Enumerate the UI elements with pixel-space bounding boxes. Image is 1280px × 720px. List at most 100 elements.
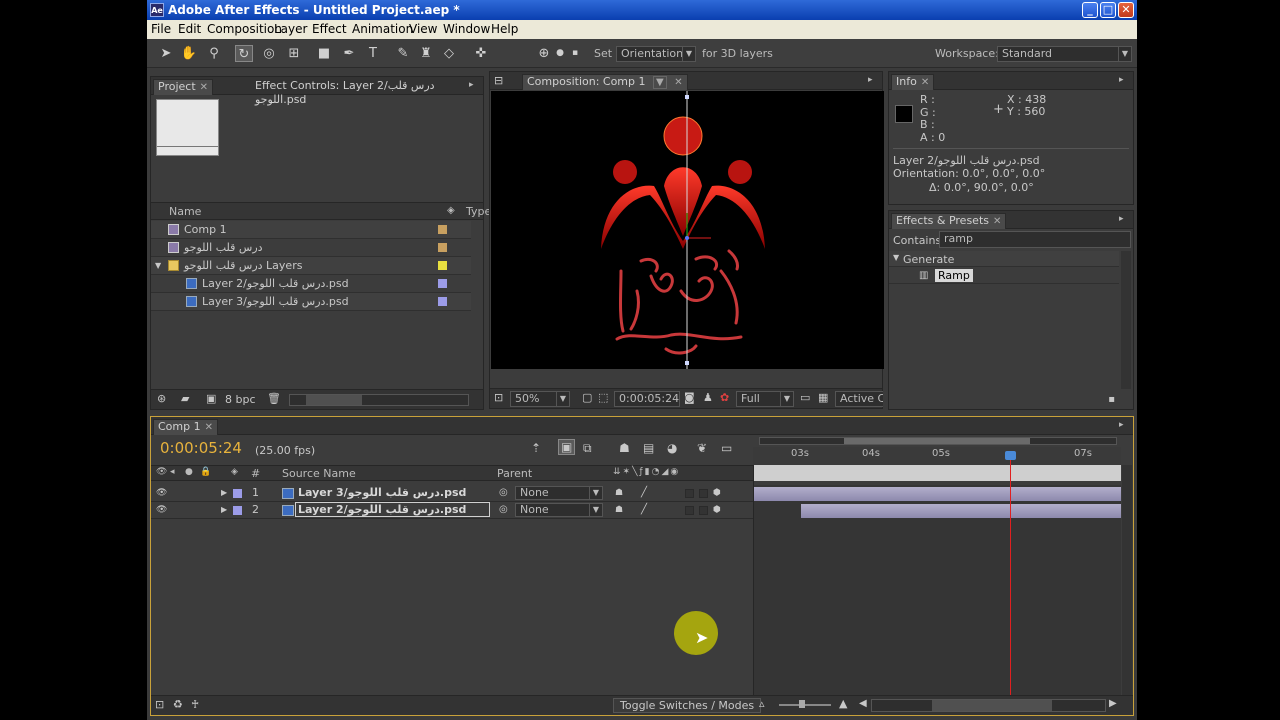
tab-composition[interactable]: Composition: Comp 1 ▼ ✕ [522, 74, 688, 90]
effects-search-input[interactable]: ramp [939, 231, 1131, 248]
menu-edit[interactable]: Edit [178, 22, 201, 36]
close-icon[interactable]: ✕ [921, 77, 929, 88]
menu-window[interactable]: Window [443, 22, 490, 36]
label-swatch[interactable] [233, 506, 242, 515]
lock-icon[interactable]: 🔒 [200, 467, 211, 477]
label-column-icon[interactable]: ◈ [231, 467, 238, 477]
tab-project[interactable]: Project ✕ [153, 79, 214, 95]
close-icon[interactable]: ✕ [674, 77, 682, 88]
menu-help[interactable]: Help [491, 22, 518, 36]
project-item[interactable]: ▼ درس قلب اللوجو Layers [151, 257, 471, 275]
transfer-controls-icon[interactable]: ♻ [173, 698, 183, 711]
selection-tool-icon[interactable]: ➤ [157, 45, 175, 62]
tab-effects-presets[interactable]: Effects & Presets ✕ [891, 213, 1007, 229]
lock-icon[interactable]: ⊟ [494, 74, 503, 87]
effects-group[interactable]: ▼ Generate [889, 251, 1119, 267]
menu-composition[interactable]: Composition [207, 22, 282, 36]
disclosure-triangle-icon[interactable]: ▼ [155, 257, 161, 274]
current-time-field[interactable]: 0:00:05:24 [614, 391, 680, 407]
menu-file[interactable]: File [151, 22, 171, 36]
region-of-interest-icon[interactable]: ▭ [800, 391, 810, 404]
view-axis-mode-icon[interactable]: ▪ [566, 45, 584, 62]
col-parent[interactable]: Parent [497, 467, 532, 480]
project-item[interactable]: Layer 2/درس قلب اللوجو.psd [151, 275, 471, 293]
show-snapshot-icon[interactable]: ♟ [703, 391, 713, 404]
panel-menu-icon[interactable]: ▸ [1119, 214, 1129, 224]
zoom-tool-icon[interactable]: ⚲ [205, 45, 223, 62]
timeline-timecode[interactable]: 0:00:05:24 [160, 439, 242, 457]
layer-name[interactable]: Layer 3/درس قلب اللوجو.psd [298, 485, 466, 501]
layer-duration-bar[interactable] [754, 487, 1121, 501]
disclosure-triangle-icon[interactable]: ▶ [221, 485, 227, 501]
pickwhip-icon[interactable]: ◎ [499, 485, 508, 501]
new-preset-icon[interactable]: ▪ [1108, 394, 1115, 405]
col-type[interactable]: Type [466, 205, 491, 218]
channel-icon[interactable]: ✿ [720, 391, 729, 404]
workspace-dropdown[interactable]: Standard ▼ [997, 46, 1132, 62]
tab-info[interactable]: Info ✕ [891, 74, 935, 90]
chevron-down-icon[interactable]: ▼ [653, 76, 667, 89]
pan-behind-tool-icon[interactable]: ⊞ [285, 45, 303, 62]
menu-view[interactable]: View [409, 22, 437, 36]
audio-icon[interactable]: ◂ [170, 467, 175, 477]
disclosure-triangle-icon[interactable]: ▶ [221, 502, 227, 518]
mask-view-icon[interactable]: ⬚ [598, 391, 608, 404]
close-icon[interactable]: ✕ [205, 422, 213, 433]
col-source-name[interactable]: Source Name [282, 467, 356, 480]
effects-item[interactable]: ▥ Ramp [889, 268, 1119, 284]
quality-switch-icon[interactable]: ╱ [641, 485, 647, 501]
hide-shy-layers-icon[interactable]: ☗ [619, 441, 630, 455]
resolution-dropdown[interactable]: Full ▼ [736, 391, 794, 407]
project-item[interactable]: درس قلب اللوجو [151, 239, 471, 257]
snapshot-icon[interactable]: ◙ [684, 391, 695, 404]
zoom-slider[interactable] [779, 700, 831, 708]
project-item[interactable]: Layer 3/درس قلب اللوجو.psd [151, 293, 471, 311]
interpret-footage-icon[interactable]: ⊛ [157, 392, 166, 405]
clone-stamp-tool-icon[interactable]: ♜ [417, 45, 435, 62]
panel-menu-icon[interactable]: ▸ [868, 75, 878, 85]
close-icon[interactable]: ✕ [993, 216, 1001, 227]
orientation-dropdown[interactable]: Orientation ▼ [616, 46, 696, 62]
menu-effect[interactable]: Effect [312, 22, 347, 36]
adjustment-switch[interactable] [699, 506, 708, 515]
close-icon[interactable]: ✕ [200, 82, 208, 93]
comp-mini-flowchart-icon[interactable]: ⇡ [531, 441, 541, 455]
shy-switch-icon[interactable]: ☗ [615, 485, 623, 501]
eye-icon[interactable]: 👁 [156, 467, 167, 477]
puppet-pin-tool-icon[interactable]: ✜ [472, 45, 490, 62]
tab-timeline-comp[interactable]: Comp 1 ✕ [153, 419, 218, 435]
menu-animation[interactable]: Animation [352, 22, 413, 36]
scrollbar-thumb[interactable] [306, 395, 362, 405]
text-tool-icon[interactable]: T [364, 45, 382, 62]
rectangle-tool-icon[interactable]: ■ [315, 45, 333, 62]
new-folder-icon[interactable]: ▰ [181, 392, 189, 405]
trash-icon[interactable]: 🗑 [267, 392, 281, 405]
col-name[interactable]: Name [169, 205, 201, 218]
pen-tool-icon[interactable]: ✒ [340, 45, 358, 62]
new-composition-icon[interactable]: ▣ [206, 392, 216, 405]
layer-name[interactable]: Layer 2/درس قلب اللوجو.psd [295, 502, 490, 517]
eye-icon[interactable]: 👁 [156, 485, 167, 501]
panel-menu-icon[interactable]: ▸ [1119, 75, 1129, 85]
eraser-tool-icon[interactable]: ◇ [440, 45, 458, 62]
in-out-icon[interactable]: ♰ [191, 698, 199, 711]
live-update-icon[interactable]: ▣ [558, 439, 576, 455]
zoom-out-icon[interactable]: ▵ [759, 697, 765, 710]
label-column-icon[interactable]: ◈ [447, 205, 455, 216]
motion-blur-icon[interactable]: ◕ [667, 441, 677, 455]
draft-3d-icon[interactable]: ⧉ [583, 441, 592, 456]
panel-menu-icon[interactable]: ▸ [1119, 420, 1129, 430]
motion-blur-switch[interactable] [685, 506, 694, 515]
eye-icon[interactable]: 👁 [156, 502, 167, 518]
scroll-left-icon[interactable]: ◀ [859, 698, 867, 709]
maximize-button[interactable]: □ [1100, 2, 1116, 18]
rotation-tool-icon[interactable]: ↻ [235, 45, 253, 62]
quality-switch-icon[interactable]: ╱ [641, 502, 647, 518]
bit-depth[interactable]: 8 bpc [225, 393, 256, 406]
parent-dropdown[interactable]: None ▼ [515, 503, 603, 517]
toggle-switches-modes-button[interactable]: Toggle Switches / Modes [613, 698, 762, 713]
work-area-bar[interactable] [759, 437, 1117, 445]
tab-effect-controls[interactable]: Effect Controls: Layer 2/درس قلب اللوجو.… [251, 79, 483, 106]
brush-tool-icon[interactable]: ✎ [394, 45, 412, 62]
horizontal-scrollbar[interactable] [289, 394, 469, 406]
